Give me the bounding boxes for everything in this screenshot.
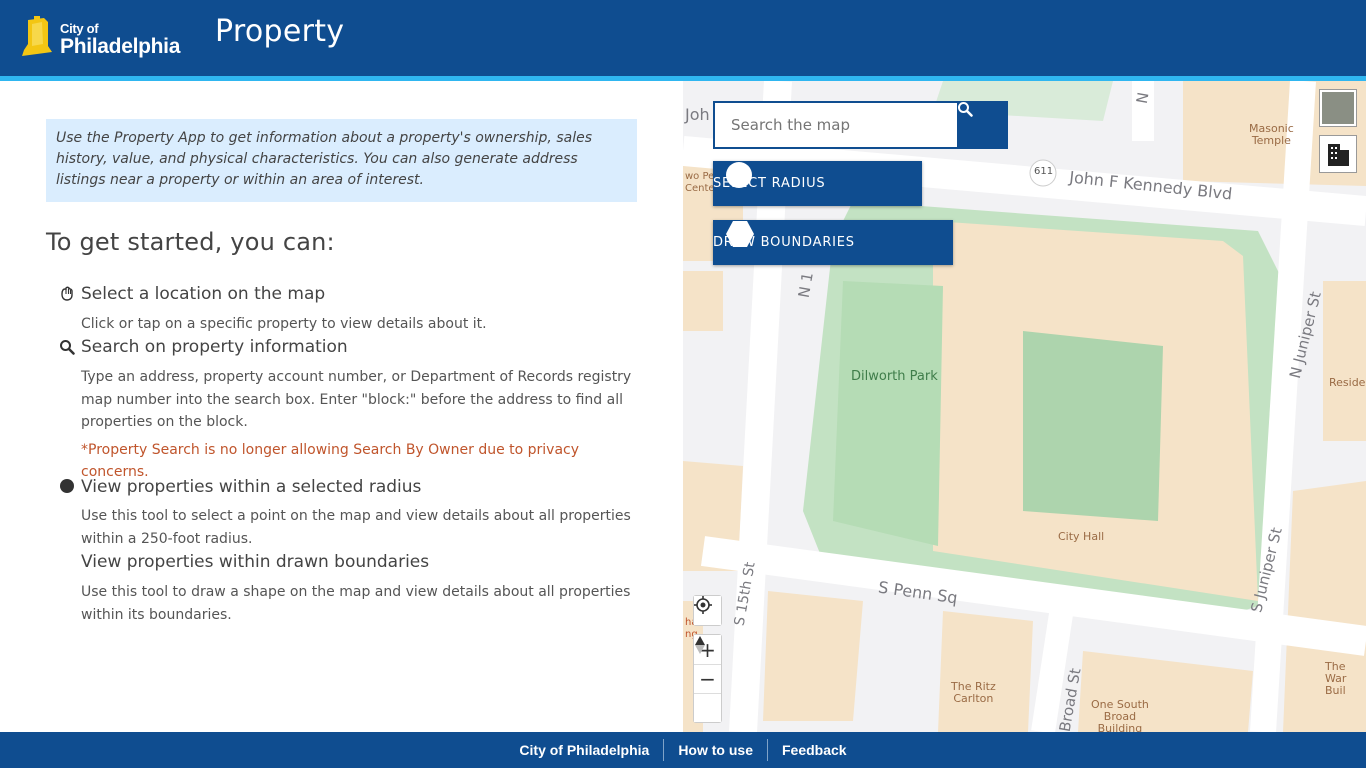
map-label-one-south-broad: One South Broad Building bbox=[1091, 698, 1149, 733]
route-611-shield: 611 bbox=[1034, 166, 1054, 177]
app-title: Property bbox=[215, 14, 345, 49]
imagery-basemap-toggle[interactable] bbox=[1320, 90, 1356, 126]
option-radius-desc: Use this tool to select a point on the m… bbox=[81, 508, 631, 547]
building-basemap-toggle[interactable] bbox=[1320, 136, 1356, 172]
map-label-ritz-carlton: The Ritz Carlton bbox=[951, 680, 996, 705]
footer-link-feedback[interactable]: Feedback bbox=[768, 742, 861, 758]
crosshair-icon bbox=[694, 596, 712, 614]
map-label-joh: Joh bbox=[685, 105, 710, 124]
circle-icon bbox=[60, 479, 74, 493]
map-view[interactable]: John F Kennedy Blvd S Penn Sq Dilworth P… bbox=[683, 81, 1366, 732]
zoom-control[interactable]: + − bbox=[693, 634, 722, 723]
geolocate-button[interactable] bbox=[694, 596, 721, 625]
info-panel: Use the Property App to get information … bbox=[0, 81, 683, 732]
option-search-desc: Type an address, property account number… bbox=[81, 369, 632, 430]
radius-circle-icon bbox=[726, 162, 752, 188]
map-label-reside: Reside bbox=[1329, 376, 1366, 389]
map-label-two-penn-center: wo Pe Cente bbox=[685, 171, 715, 194]
select-radius-button[interactable]: SELECT RADIUS bbox=[713, 161, 922, 206]
hexagon-icon bbox=[726, 221, 754, 247]
option-search-title: Search on property information bbox=[81, 337, 348, 357]
compass-button[interactable] bbox=[694, 636, 721, 722]
logo-philadelphia: Philadelphia bbox=[60, 35, 181, 58]
option-radius-title: View properties within a selected radius bbox=[81, 477, 422, 497]
app-footer: City of Philadelphia How to use Feedback bbox=[0, 732, 1366, 768]
option-select-location-desc: Click or tap on a specific property to v… bbox=[81, 316, 487, 332]
search-icon bbox=[60, 340, 75, 355]
map-search-button[interactable] bbox=[957, 101, 1008, 149]
map-label-the-war: The War Buil bbox=[1325, 660, 1347, 697]
zoom-out-button[interactable]: − bbox=[694, 664, 721, 693]
search-icon bbox=[958, 102, 973, 117]
draw-boundaries-button[interactable]: DRAW BOUNDARIES bbox=[713, 220, 953, 265]
hand-pointer-icon bbox=[61, 286, 73, 301]
city-logo[interactable]: City of Philadelphia bbox=[18, 14, 188, 64]
building-icon bbox=[1328, 144, 1349, 166]
compass-icon bbox=[695, 636, 705, 654]
logo-city-of: City of bbox=[60, 21, 99, 36]
option-boundaries-desc: Use this tool to draw a shape on the map… bbox=[81, 584, 631, 623]
map-label-dilworth-park: Dilworth Park bbox=[851, 369, 938, 384]
map-label-masonic-temple: Masonic Temple bbox=[1249, 122, 1294, 147]
footer-link-city[interactable]: City of Philadelphia bbox=[505, 742, 663, 758]
footer-link-how-to-use[interactable]: How to use bbox=[664, 742, 767, 758]
app-header: City of Philadelphia Property bbox=[0, 0, 1366, 76]
intro-callout: Use the Property App to get information … bbox=[46, 119, 637, 202]
geolocate-control[interactable] bbox=[693, 595, 722, 626]
option-boundaries-title: View properties within drawn boundaries bbox=[81, 552, 430, 572]
option-select-location-title: Select a location on the map bbox=[81, 284, 326, 304]
liberty-bell-icon bbox=[22, 16, 52, 56]
map-label-city-hall: City Hall bbox=[1058, 530, 1105, 543]
get-started-heading: To get started, you can: bbox=[46, 228, 335, 256]
map-search-input[interactable] bbox=[713, 101, 957, 149]
